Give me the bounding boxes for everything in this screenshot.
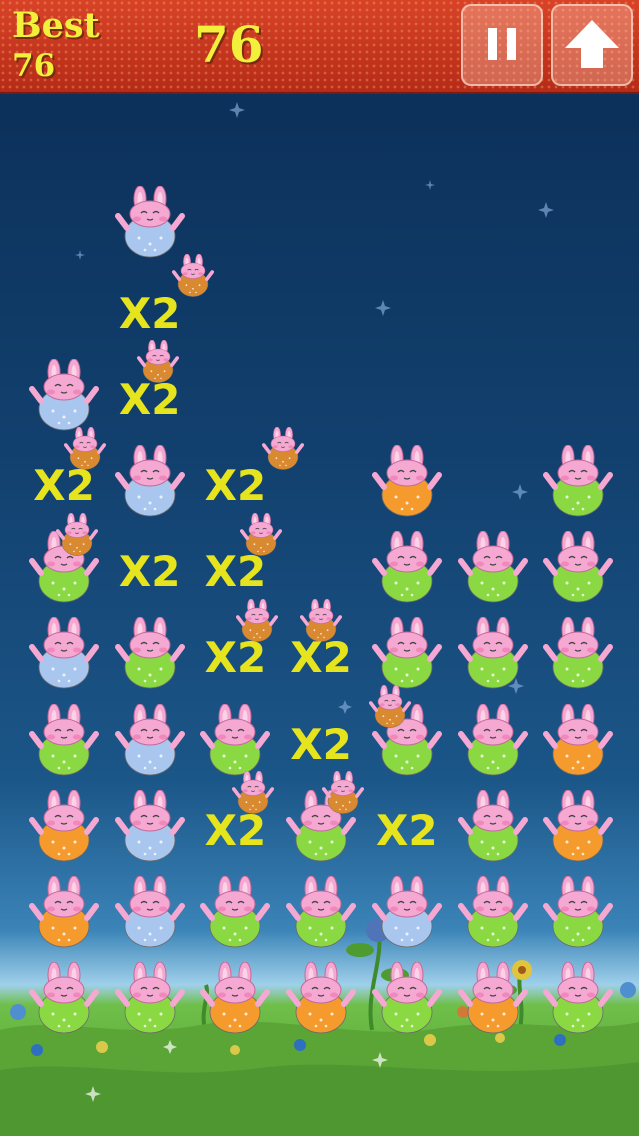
small-bunny-bonus[interactable] [368, 684, 411, 733]
multiplier-label: X2 [204, 547, 267, 597]
pause-button[interactable] [461, 4, 543, 86]
bunny-tile-blue[interactable] [29, 358, 99, 437]
bunny-tile-blue[interactable] [29, 616, 99, 695]
bunny-tile-blue[interactable] [114, 703, 185, 782]
bunny-tile-blue[interactable] [114, 185, 185, 264]
bunny-tile-green[interactable] [200, 703, 271, 782]
bunny-tile-green[interactable] [29, 703, 99, 782]
bunny-tile-orange[interactable] [543, 789, 614, 868]
bunny-tile-green[interactable] [457, 703, 528, 782]
multiplier-label: X2 [118, 374, 181, 424]
bunny-tile-green[interactable] [29, 961, 99, 1040]
multiplier-label: X2 [204, 805, 267, 855]
bunny-tile-green[interactable] [543, 875, 614, 954]
bunny-tile-green[interactable] [457, 530, 528, 609]
bunny-tile-blue[interactable] [371, 875, 442, 954]
bunny-tile-orange[interactable] [29, 875, 99, 954]
bunny-tile-green[interactable] [457, 789, 528, 868]
multiplier-label: X2 [118, 547, 181, 597]
bunny-tile-green[interactable] [371, 961, 442, 1040]
bunny-tile-orange[interactable] [286, 961, 357, 1040]
bunny-tile-green[interactable] [543, 444, 614, 523]
multiplier-label: X2 [118, 288, 181, 338]
best-score-label: Best [12, 5, 100, 46]
up-arrow-button[interactable] [551, 4, 633, 86]
bunny-tile-orange[interactable] [29, 789, 99, 868]
bunny-tile-green[interactable] [200, 875, 271, 954]
multiplier-label: X2 [290, 633, 352, 683]
bunny-tile-blue[interactable] [114, 444, 185, 523]
bunny-tile-orange[interactable] [200, 961, 271, 1040]
multiplier-label: X2 [290, 719, 352, 769]
multiplier-label: X2 [204, 633, 267, 683]
bunny-tile-green[interactable] [457, 875, 528, 954]
bunny-tile-orange[interactable] [457, 961, 528, 1040]
up-arrow-icon [565, 20, 619, 68]
small-bunny-bonus[interactable] [321, 771, 364, 819]
bunny-tile-orange[interactable] [543, 703, 614, 782]
best-score-value: 76 [12, 48, 56, 84]
current-score: 76 [194, 15, 264, 74]
bunny-tile-green[interactable] [114, 961, 185, 1040]
bunny-tile-green[interactable] [371, 530, 442, 609]
game-board[interactable]: X2 X2 X2 X2 X2 X2 X2 X2 X2 X2 X2 [0, 0, 639, 1136]
top-bar: Best 76 76 [0, 0, 639, 94]
bunny-tile-green[interactable] [543, 961, 614, 1040]
bunny-tile-green[interactable] [114, 616, 185, 695]
bunny-tile-green[interactable] [457, 616, 528, 695]
bunny-tile-blue[interactable] [114, 875, 185, 954]
pause-icon [488, 28, 516, 60]
bunny-tile-green[interactable] [543, 530, 614, 609]
bunny-tile-blue[interactable] [114, 789, 185, 868]
multiplier-label: X2 [375, 805, 438, 855]
small-bunny-bonus[interactable] [55, 512, 98, 561]
multiplier-label: X2 [204, 461, 267, 510]
bunny-tile-orange[interactable] [371, 444, 442, 523]
bunny-tile-green[interactable] [543, 616, 614, 695]
bunny-tile-green[interactable] [371, 616, 442, 695]
bunny-tile-green[interactable] [286, 875, 357, 954]
multiplier-label: X2 [33, 461, 95, 510]
